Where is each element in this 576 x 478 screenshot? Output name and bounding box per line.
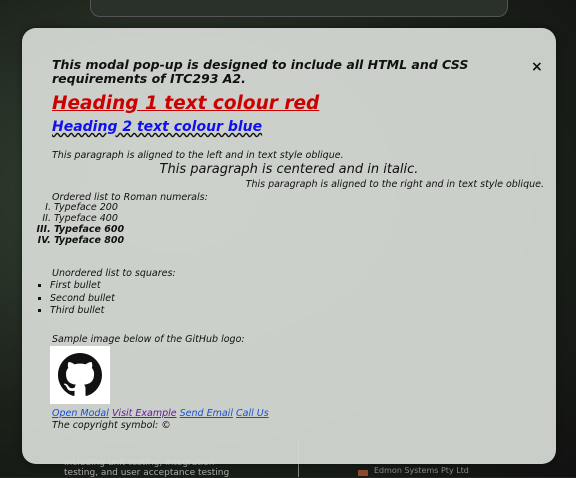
backdrop-company-name: Edmon Systems Pty Ltd [374,466,469,475]
list-item: Third bullet [50,305,115,318]
list-item: Typeface 400 [54,213,124,224]
list-item: First bullet [50,280,115,293]
paragraph-left: This paragraph is aligned to the left an… [52,150,344,161]
links-row: Open Modal Visit Example Send Email Call… [52,408,269,419]
modal-dialog: × This modal pop-up is designed to inclu… [22,28,556,464]
unordered-list: First bullet Second bullet Third bullet [22,280,115,318]
send-email-link[interactable]: Send Email [180,408,233,419]
heading-2: Heading 2 text colour blue [52,119,263,135]
paragraph-right: This paragraph is aligned to the right a… [245,179,544,190]
copyright-text: The copyright symbol: © [52,420,171,431]
image-label: Sample image below of the GitHub logo: [52,334,245,345]
heading-1: Heading 1 text colour red [52,93,320,114]
close-icon[interactable]: × [531,60,543,74]
open-modal-link[interactable]: Open Modal [52,408,109,419]
paragraph-center: This paragraph is centered and in italic… [159,162,419,177]
github-logo-image [50,346,110,404]
visit-example-link[interactable]: Visit Example [112,408,177,419]
ordered-list: Typeface 200 Typeface 400 Typeface 600 T… [22,202,124,246]
list-item: Typeface 800 [54,235,124,246]
list-item: Typeface 200 [54,202,124,213]
github-icon [58,353,102,396]
call-us-link[interactable]: Call Us [236,408,269,419]
backdrop-header-bar [90,0,508,17]
list-item: Second bullet [50,293,115,306]
modal-intro: This modal pop-up is designed to include… [52,57,469,86]
backdrop-logo [358,470,368,476]
list-item: Typeface 600 [54,224,124,235]
unordered-list-label: Unordered list to squares: [52,268,176,279]
